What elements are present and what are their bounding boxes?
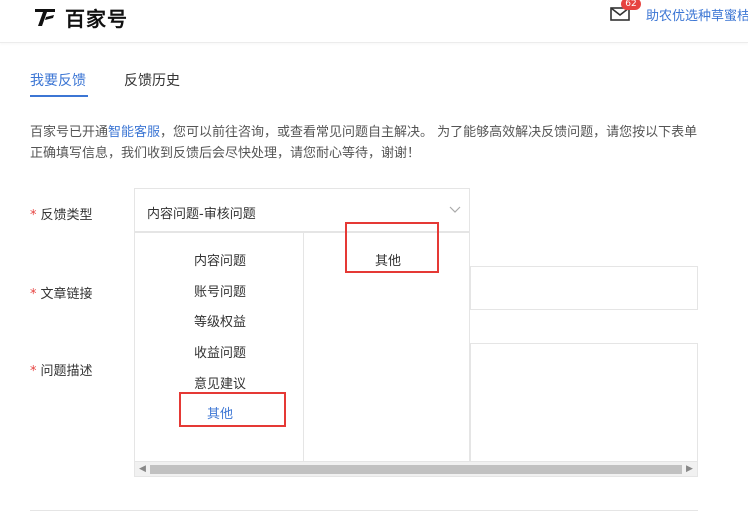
username-link[interactable]: 助农优选种草蜜桔: [646, 5, 748, 24]
article-link-label-text: 文章链接: [40, 287, 93, 302]
baijiahao-logo[interactable]: 百家号: [33, 4, 128, 31]
required-mark: *: [30, 208, 37, 223]
feedback-type-value: 内容问题-审核问题: [147, 207, 256, 222]
required-mark: *: [30, 287, 37, 302]
article-link-label: * 文章链接: [30, 283, 93, 302]
problem-desc-label: * 问题描述: [30, 360, 93, 379]
logo-text: 百家号: [65, 6, 128, 31]
smart-service-link[interactable]: 智能客服: [108, 125, 160, 140]
option-level-rights[interactable]: 等级权益: [194, 311, 246, 330]
article-link-input[interactable]: [470, 266, 698, 310]
feedback-type-label: * 反馈类型: [30, 204, 93, 223]
option-suggestion[interactable]: 意见建议: [194, 373, 246, 392]
scroll-right-icon[interactable]: ▶: [686, 464, 693, 474]
divider: [30, 510, 698, 511]
required-mark: *: [30, 364, 37, 379]
feedback-type-label-text: 反馈类型: [40, 208, 93, 223]
option-content-issue[interactable]: 内容问题: [194, 250, 246, 269]
notification-badge: 62: [621, 0, 641, 10]
tab-feedback[interactable]: 我要反馈: [30, 70, 86, 90]
tab-history[interactable]: 反馈历史: [124, 70, 180, 90]
problem-desc-label-text: 问题描述: [40, 364, 93, 379]
highlight-box-secondary-other: [345, 222, 439, 273]
option-account-issue[interactable]: 账号问题: [194, 281, 246, 300]
active-tab-indicator: [30, 95, 88, 97]
top-header: 百家号 62 助农优选种草蜜桔: [0, 0, 748, 43]
scrollbar-thumb[interactable]: [150, 465, 682, 474]
horizontal-scrollbar[interactable]: ◀ ▶: [134, 461, 698, 477]
highlight-box-primary-other: [179, 392, 286, 427]
column-divider: [303, 233, 304, 461]
logo-icon: [35, 9, 55, 26]
intro-text: 百家号已开通智能客服，您可以前往咨询，或查看常见问题自主解决。 为了能够高效解决…: [30, 122, 710, 164]
intro-part1: 百家号已开通: [30, 125, 109, 140]
problem-desc-textarea[interactable]: [470, 343, 698, 463]
chevron-down-icon: [449, 206, 461, 213]
option-income-issue[interactable]: 收益问题: [194, 342, 246, 361]
scroll-left-icon[interactable]: ◀: [139, 464, 146, 474]
